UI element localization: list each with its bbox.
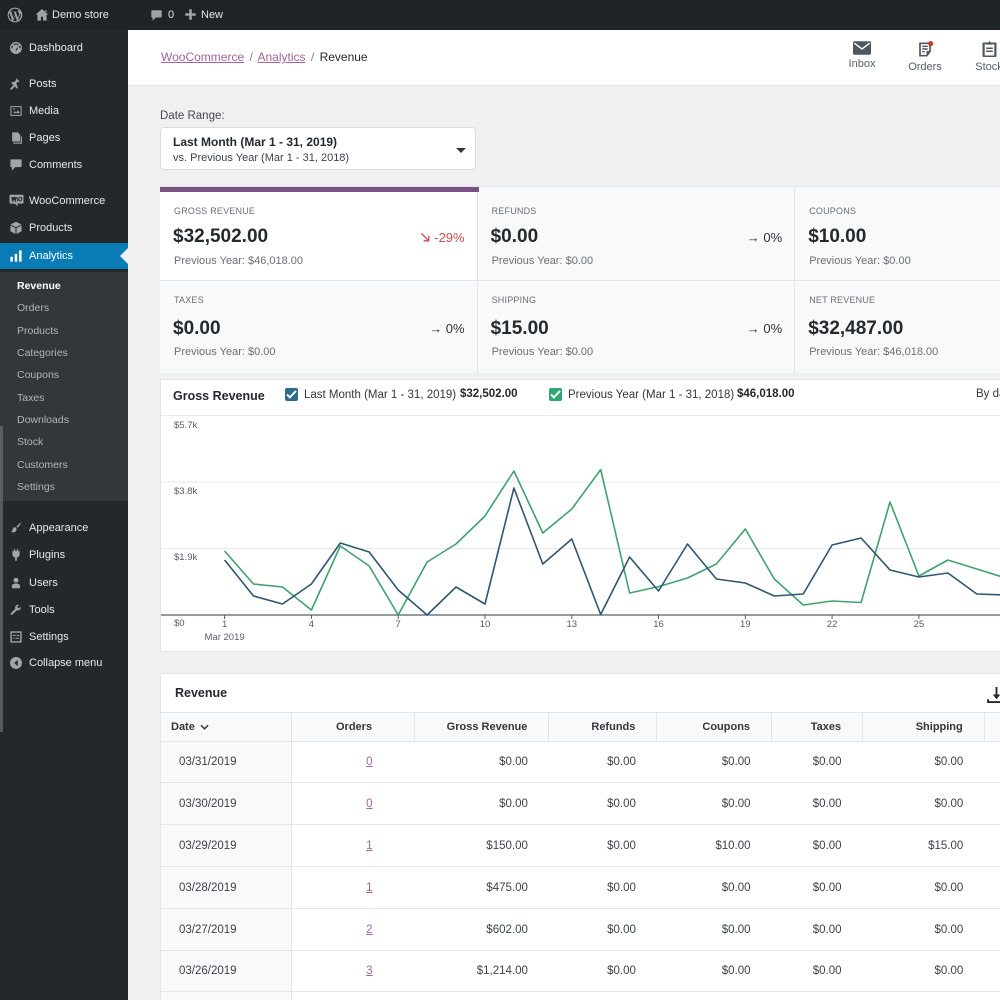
svg-text:$5.7k: $5.7k — [174, 420, 197, 431]
svg-text:10: 10 — [480, 619, 491, 630]
svg-text:$0: $0 — [174, 618, 185, 629]
svg-text:22: 22 — [827, 619, 838, 630]
svg-text:19: 19 — [740, 619, 751, 630]
svg-text:7: 7 — [396, 619, 401, 630]
svg-text:16: 16 — [653, 619, 664, 630]
svg-text:25: 25 — [914, 619, 925, 630]
svg-text:Mar 2019: Mar 2019 — [205, 632, 245, 643]
svg-text:4: 4 — [309, 619, 314, 630]
svg-text:$1.9k: $1.9k — [174, 552, 197, 563]
svg-text:$3.8k: $3.8k — [174, 486, 197, 497]
svg-text:1: 1 — [222, 619, 227, 630]
svg-text:13: 13 — [567, 619, 578, 630]
